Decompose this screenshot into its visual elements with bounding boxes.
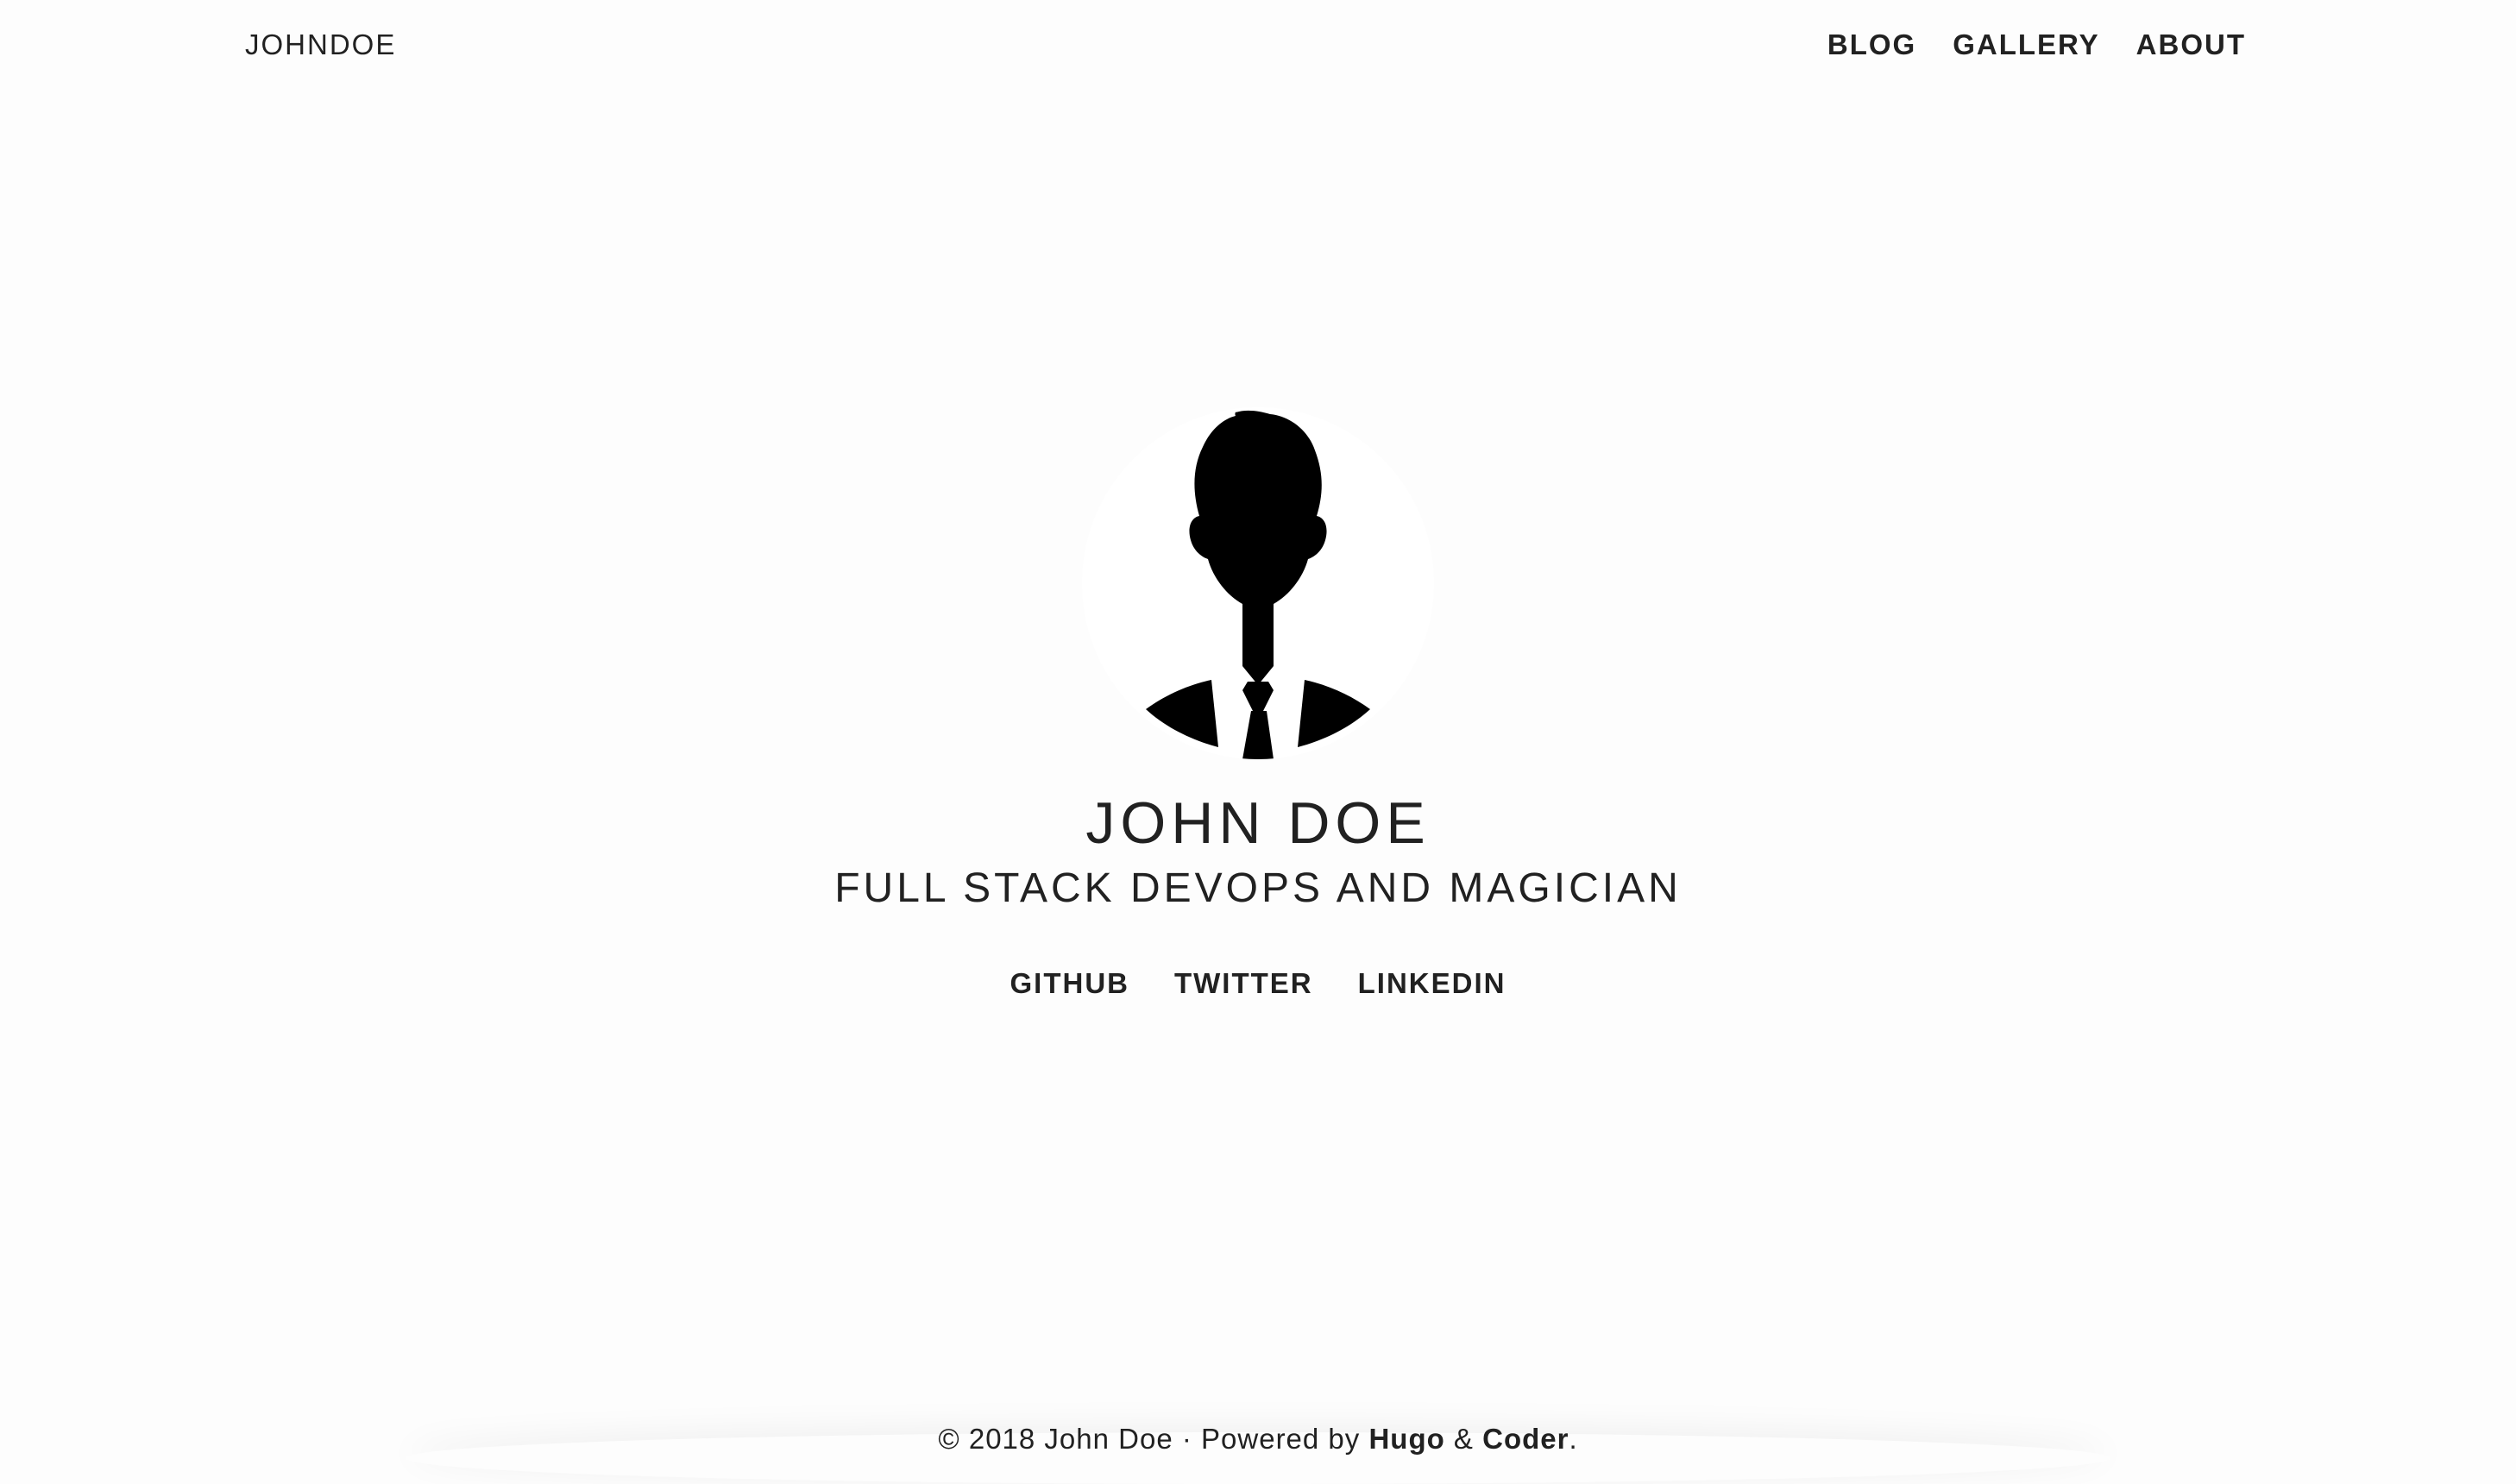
footer-text: © 2018 John Doe · Powered by Hugo & Code… xyxy=(0,1415,2516,1458)
social-item-twitter[interactable]: TWITTER xyxy=(1174,965,1313,1003)
footer-hugo-label: Hugo xyxy=(1368,1423,1445,1455)
avatar xyxy=(1082,407,1434,759)
person-silhouette-icon xyxy=(1146,410,1370,759)
footer-coder-label: Coder xyxy=(1482,1423,1569,1455)
social-links: GITHUB TWITTER LINKEDIN xyxy=(0,965,2516,1003)
nav-item-about[interactable]: ABOUT xyxy=(2136,26,2246,64)
footer-period: . xyxy=(1569,1423,1578,1455)
nav-menu: BLOG GALLERY ABOUT xyxy=(1827,26,2246,64)
profile-tagline: FULL STACK DEVOPS AND MAGICIAN xyxy=(834,865,1682,911)
footer-ampersand: & xyxy=(1444,1423,1483,1455)
footer-copyright: © 2018 John Doe · Powered by xyxy=(938,1423,1369,1455)
main-content: JOHN DOE FULL STACK DEVOPS AND MAGICIAN … xyxy=(0,407,2516,1003)
social-link-github[interactable]: GITHUB xyxy=(1010,967,1130,999)
social-item-linkedin[interactable]: LINKEDIN xyxy=(1358,965,1506,1003)
nav-item-blog[interactable]: BLOG xyxy=(1827,26,1916,64)
footer: © 2018 John Doe · Powered by Hugo & Code… xyxy=(0,1415,2516,1481)
nav-link-blog[interactable]: BLOG xyxy=(1827,28,1916,60)
nav-link-about[interactable]: ABOUT xyxy=(2136,28,2246,60)
footer-hugo-link[interactable]: Hugo xyxy=(1368,1423,1444,1455)
social-link-twitter[interactable]: TWITTER xyxy=(1174,967,1313,999)
site-title-link[interactable]: JOHNDOE xyxy=(245,26,396,64)
social-link-linkedin[interactable]: LINKEDIN xyxy=(1358,967,1506,999)
profile-name: JOHN DOE xyxy=(1085,790,1431,856)
footer-coder-link[interactable]: Coder xyxy=(1482,1423,1569,1455)
nav-item-gallery[interactable]: GALLERY xyxy=(1953,26,2099,64)
navbar: JOHNDOE BLOG GALLERY ABOUT xyxy=(0,0,2516,95)
social-item-github[interactable]: GITHUB xyxy=(1010,965,1130,1003)
nav-link-gallery[interactable]: GALLERY xyxy=(1953,28,2099,60)
